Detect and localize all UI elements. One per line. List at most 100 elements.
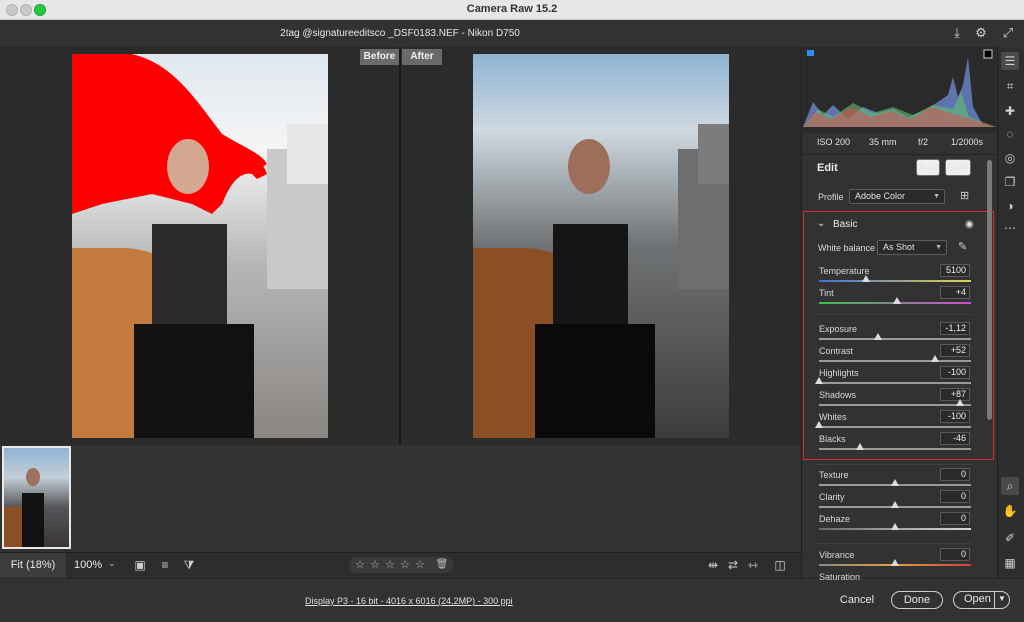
divider [803,154,996,155]
texture-thumb[interactable] [891,479,899,486]
gear-icon[interactable]: ⚙ [973,25,989,41]
white-balance-select[interactable]: As Shot ▼ [877,240,947,255]
temperature-thumb[interactable] [862,275,871,282]
zoom-level[interactable]: 100% [74,559,102,571]
blacks-value-field[interactable]: -46 [940,432,970,445]
exposure-thumb[interactable] [874,333,883,340]
hand-tool-icon[interactable]: ✋ [1001,502,1019,520]
before-after-view-icon[interactable]: ◫ [772,557,788,573]
snapshots-icon[interactable]: ❐ [1001,173,1019,191]
texture-value-field[interactable]: 0 [940,468,970,481]
filmstrip-view-icon[interactable]: ▣ [132,557,148,573]
open-options-chevron-icon[interactable]: ▼ [998,594,1006,603]
healing-icon[interactable]: ✚ [1001,102,1019,120]
download-icon[interactable]: ⤓ [949,25,965,41]
red-eye-icon[interactable]: ◎ [1001,149,1019,167]
shadows-value-field[interactable]: +87 [940,388,970,401]
highlights-slider[interactable]: Highlights -100 [815,366,972,390]
edit-sliders-icon[interactable]: ☰ [1001,52,1019,70]
basic-section-title[interactable]: Basic [833,219,857,230]
temperature-slider[interactable]: Temperature 5100 [816,264,972,288]
saturation-slider[interactable]: Saturation [816,572,972,582]
zoom-dropdown-chevron-icon[interactable]: ⌄ [108,558,116,569]
contrast-thumb[interactable] [930,355,939,362]
fit-zoom-button[interactable]: Fit (18%) [0,553,66,578]
after-label: After [402,49,442,65]
more-icon[interactable]: ⋯ [1001,219,1019,237]
contrast-slider[interactable]: Contrast +52 [816,344,972,368]
exposure-slider[interactable]: Exposure -1,12 [816,322,972,346]
whites-slider[interactable]: Whites -100 [815,410,972,434]
expand-icon[interactable]: ⤢ [1000,25,1016,41]
shadows-slider[interactable]: Shadows +87 [816,388,972,412]
after-photo[interactable] [473,54,729,438]
window-title: Camera Raw 15.2 [466,3,558,15]
crop-icon[interactable]: ⌗ [1001,77,1019,95]
vibrance-slider[interactable]: Vibrance 0 [816,548,972,572]
workflow-options-link[interactable]: Display P3 - 16 bit - 4016 x 6016 (24,2M… [305,596,513,606]
flip-horizontal-icon[interactable]: ⇹ [705,557,721,573]
tint-thumb[interactable] [892,297,901,304]
star-5-icon[interactable]: ☆ [413,557,427,573]
star-3-icon[interactable]: ☆ [383,557,397,573]
whites-track[interactable] [819,426,971,428]
blacks-thumb[interactable] [856,443,865,450]
color-sampler-icon[interactable]: ✐ [1001,529,1019,547]
contrast-value-field[interactable]: +52 [940,344,970,357]
clarity-thumb[interactable] [891,501,899,508]
panel-scrollbar[interactable] [987,160,992,420]
filmstrip-thumbnail[interactable] [2,446,71,549]
star-1-icon[interactable]: ☆ [353,557,367,573]
profile-label: Profile [818,192,844,202]
eyedropper-icon[interactable]: ✎ [958,240,967,253]
clarity-value-field[interactable]: 0 [940,490,970,503]
filter-icon[interactable]: ⧩ [181,557,197,573]
exposure-track[interactable] [819,338,971,340]
chevron-down-icon[interactable]: ⌄ [817,218,825,229]
shadows-thumb[interactable] [956,399,965,406]
masking-icon[interactable]: ◌ [1001,125,1019,143]
star-4-icon[interactable]: ☆ [398,557,412,573]
grid-overlay-icon[interactable]: ▦ [1001,554,1019,572]
histogram-graph [803,49,996,127]
profile-browser-icon[interactable]: ⊞ [960,190,972,202]
done-button[interactable]: Done [891,591,943,609]
cancel-button[interactable]: Cancel [834,591,880,609]
dehaze-slider[interactable]: Dehaze 0 [816,512,972,536]
copy-settings-icon[interactable]: ⇿ [745,557,761,573]
contrast-track[interactable] [819,360,971,362]
dehaze-value-field[interactable]: 0 [940,512,970,525]
sort-icon[interactable]: ≡ [157,557,173,573]
highlights-thumb[interactable] [815,377,823,384]
presets-icon[interactable]: ◑ [1001,197,1019,215]
clarity-slider[interactable]: Clarity 0 [816,490,972,514]
vibrance-thumb[interactable] [891,559,899,566]
exposure-value-field[interactable]: -1,12 [940,322,970,335]
open-button[interactable]: Open ▼ [953,591,1010,609]
temperature-track[interactable] [819,280,971,282]
shadows-track[interactable] [819,404,971,406]
trash-icon[interactable]: 🗑 [435,557,449,573]
bw-button[interactable]: B&W [945,159,971,176]
whites-value-field[interactable]: -100 [940,410,970,423]
before-photo[interactable] [72,54,328,438]
blacks-track[interactable] [819,448,971,450]
blacks-slider[interactable]: Blacks -46 [816,432,972,456]
whites-thumb[interactable] [815,421,823,428]
clarity-label: Clarity [819,492,845,502]
zoom-tool-icon[interactable]: ⌕ [1001,477,1019,495]
highlights-value-field[interactable]: -100 [940,366,970,379]
tint-value-field[interactable]: +4 [940,286,970,299]
star-2-icon[interactable]: ☆ [368,557,382,573]
swap-before-after-icon[interactable]: ⇄ [725,557,741,573]
tint-slider[interactable]: Tint +4 [816,286,972,310]
auto-button[interactable]: Auto [916,159,940,176]
highlights-track[interactable] [819,382,971,384]
dehaze-thumb[interactable] [891,523,899,530]
temperature-value-field[interactable]: 5100 [940,264,970,277]
texture-slider[interactable]: Texture 0 [816,468,972,492]
person-head [568,139,610,194]
profile-select[interactable]: Adobe Color ▼ [849,189,945,204]
eye-icon[interactable]: ◉ [965,219,974,230]
vibrance-value-field[interactable]: 0 [940,548,970,561]
